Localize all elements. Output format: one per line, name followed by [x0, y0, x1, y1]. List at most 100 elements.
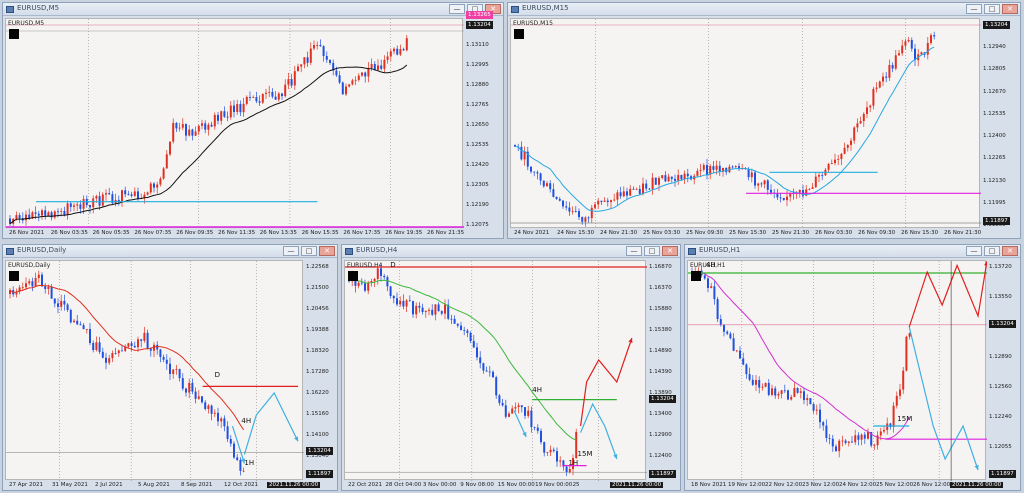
- minimize-button[interactable]: —: [966, 4, 982, 14]
- candle-body: [389, 51, 392, 57]
- candle-body: [838, 440, 841, 452]
- price-axis-label: 1.12560: [989, 384, 1012, 390]
- candle-body: [782, 197, 785, 201]
- candle-body: [830, 163, 833, 165]
- candle-body: [581, 217, 584, 222]
- chart-window-daily[interactable]: EURUSD,Daily — □ ✕ EURUSD,Daily D 4H 1H 1.22568 1…: [2, 244, 338, 491]
- close-button[interactable]: ✕: [1002, 246, 1018, 256]
- current-price-tag: 1.13204: [983, 21, 1010, 29]
- maximize-button[interactable]: □: [301, 246, 317, 256]
- candle-body: [699, 169, 702, 171]
- candle-body: [188, 129, 191, 136]
- price-axis-label: 1.14890: [649, 348, 672, 354]
- price-axis-label: 1.13550: [989, 294, 1012, 300]
- candle-body: [21, 287, 24, 289]
- time-axis-label: 26 Nov 09:30: [858, 230, 896, 236]
- one-click-trading-box[interactable]: [348, 271, 358, 281]
- time-axis-label: 23 Nov 12:00: [802, 482, 840, 488]
- price-chart-area[interactable]: EURUSD,H4 D 4H 15M 1H: [344, 260, 647, 481]
- time-axis-label: 5 Aug 2021: [138, 482, 170, 488]
- candle-body: [873, 445, 876, 447]
- price-chart-area[interactable]: EURUSD,H1 4H 15M: [687, 260, 987, 481]
- candle-body: [197, 396, 200, 399]
- price-chart-area[interactable]: EURUSD,M5: [5, 18, 464, 229]
- candle-body: [223, 111, 226, 117]
- window-titlebar[interactable]: EURUSD,M5— □ ✕: [3, 3, 503, 16]
- candle-body: [89, 205, 91, 208]
- time-axis-label: 26 Nov 03:30: [815, 230, 853, 236]
- candle-body: [162, 168, 165, 179]
- one-click-trading-box[interactable]: [691, 271, 701, 281]
- candle-body: [440, 311, 443, 314]
- timeframe-annotation: 1H: [568, 459, 579, 467]
- one-click-trading-box[interactable]: [9, 29, 19, 39]
- candle-body: [376, 268, 379, 279]
- price-chart-svg: [688, 261, 987, 481]
- price-axis-label: 1.18320: [306, 348, 329, 354]
- maximize-button[interactable]: □: [644, 246, 660, 256]
- candle-body: [606, 200, 609, 203]
- candle-body: [364, 72, 367, 77]
- close-button[interactable]: ✕: [319, 246, 335, 256]
- candle-body: [69, 203, 72, 207]
- candle-body: [904, 41, 907, 46]
- candle-body: [859, 121, 862, 124]
- candle-body: [133, 345, 136, 348]
- current-price-tag: 1.11897: [306, 470, 333, 478]
- candle-body: [719, 319, 722, 325]
- minimize-button[interactable]: —: [626, 246, 642, 256]
- window-titlebar[interactable]: EURUSD,H4 — □ ✕: [342, 245, 680, 258]
- candle-body: [901, 45, 904, 54]
- minimize-button[interactable]: —: [966, 246, 982, 256]
- minimize-button[interactable]: —: [449, 4, 465, 14]
- candle-body: [860, 434, 863, 440]
- price-chart-area[interactable]: EURUSD,Daily D 4H 1H: [5, 260, 304, 481]
- time-axis-label: 26 Nov 07:35: [134, 230, 172, 236]
- candle-body: [565, 206, 568, 208]
- candle-body: [715, 165, 718, 170]
- price-axis-label: 1.14100: [306, 432, 329, 438]
- candle-body: [53, 298, 56, 304]
- chart-window-h4[interactable]: EURUSD,H4 — □ ✕ EURUSD,H4 D 4H 15M 1H 1.16870 1.16…: [341, 244, 681, 491]
- candle-body: [338, 75, 341, 83]
- one-click-trading-box[interactable]: [514, 29, 524, 39]
- price-axis-label: 1.16370: [649, 285, 672, 291]
- candle-body: [879, 431, 882, 436]
- candle-body: [44, 286, 47, 289]
- time-axis-label: 19 Nov 12:00: [728, 482, 766, 488]
- close-button[interactable]: ✕: [1002, 4, 1018, 14]
- candle-body: [408, 300, 411, 302]
- window-titlebar[interactable]: EURUSD,H1 — □ ✕: [685, 245, 1020, 258]
- candle-body: [220, 111, 223, 121]
- candle-body: [498, 395, 501, 403]
- candle-body: [891, 64, 894, 69]
- window-title: EURUSD,M15: [522, 4, 569, 12]
- one-click-trading-box[interactable]: [9, 271, 19, 281]
- candle-body: [63, 210, 66, 215]
- candle-body: [815, 409, 818, 411]
- chart-window-h1[interactable]: EURUSD,H1 — □ ✕ EURUSD,H1 4H 15M 1.13720 1.13550…: [684, 244, 1021, 491]
- time-axis-label: 25 Nov 03:30: [643, 230, 681, 236]
- window-titlebar[interactable]: EURUSD,M15 — □ ✕: [508, 3, 1020, 16]
- candle-body: [405, 300, 408, 307]
- candle-body: [137, 191, 139, 199]
- maximize-button[interactable]: □: [984, 4, 1000, 14]
- candle-body: [431, 309, 434, 315]
- minimize-button[interactable]: —: [283, 246, 299, 256]
- candle-body: [750, 172, 753, 178]
- candle-body: [236, 104, 239, 112]
- candle-body: [389, 286, 392, 296]
- time-axis-label: 26 Nov 15:30: [901, 230, 939, 236]
- window-titlebar[interactable]: EURUSD,Daily — □ ✕: [3, 245, 337, 258]
- maximize-button[interactable]: □: [984, 246, 1000, 256]
- close-button[interactable]: ✕: [662, 246, 678, 256]
- chart-window-m15[interactable]: EURUSD,M15—□✕EURUSD,M151.130751.129401.1…: [507, 2, 1021, 239]
- current-price-tag: 1.13204: [989, 319, 1016, 328]
- candle-body: [578, 211, 580, 218]
- chart-window-m5[interactable]: EURUSD,M5—□✕EURUSD,M51.132651.131101.129…: [2, 2, 504, 239]
- price-chart-area[interactable]: EURUSD,M15: [510, 18, 981, 229]
- chart-symbol-label: EURUSD,M15: [513, 20, 553, 27]
- timeframe-annotation: D: [390, 261, 396, 269]
- candle-body: [654, 177, 657, 185]
- time-axis-label: 26 Nov 21:35: [427, 230, 465, 236]
